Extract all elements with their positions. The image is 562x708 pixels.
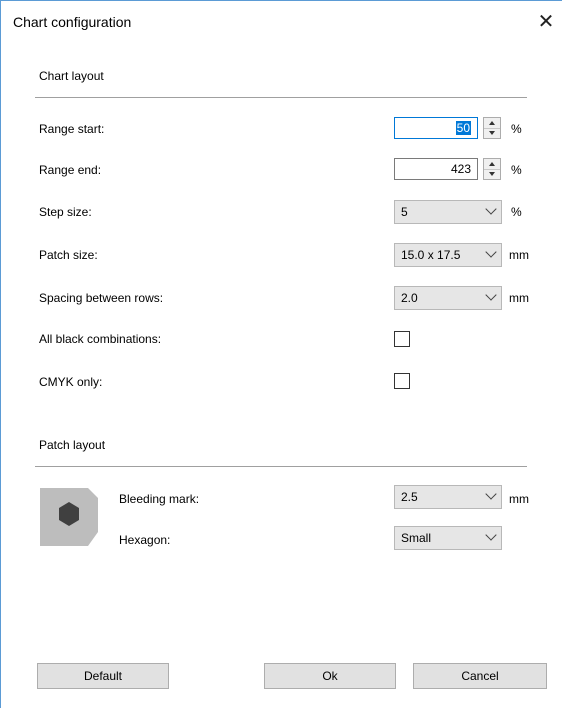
patch-layout-heading: Patch layout — [39, 438, 106, 452]
chevron-down-icon — [485, 488, 497, 500]
spin-down-icon[interactable] — [484, 128, 500, 138]
hexagon-value: Small — [401, 531, 432, 545]
patch-preview-icon — [40, 488, 98, 546]
row-spacing-label: Spacing between rows: — [39, 291, 164, 305]
hexagon-select[interactable]: Small — [394, 526, 502, 550]
step-size-label: Step size: — [39, 205, 92, 219]
bleeding-mark-unit: mm — [509, 492, 529, 506]
hexagon-label: Hexagon: — [119, 533, 171, 547]
range-start-input[interactable]: 50 — [394, 117, 478, 139]
step-size-select[interactable]: 5 — [394, 200, 502, 224]
range-start-value: 50 — [455, 121, 471, 135]
range-end-input[interactable]: 423 — [394, 158, 478, 180]
dialog-title: Chart configuration — [13, 14, 132, 30]
row-spacing-value: 2.0 — [401, 291, 418, 305]
cancel-button[interactable]: Cancel — [413, 663, 547, 689]
bleeding-mark-value: 2.5 — [401, 490, 418, 504]
chevron-down-icon — [485, 529, 497, 541]
range-end-unit: % — [511, 163, 522, 177]
patch-size-select[interactable]: 15.0 x 17.5 — [394, 243, 502, 267]
chevron-down-icon — [485, 203, 497, 215]
patch-size-label: Patch size: — [39, 248, 98, 262]
row-spacing-unit: mm — [509, 291, 529, 305]
range-start-label: Range start: — [39, 122, 105, 136]
all-black-label: All black combinations: — [39, 332, 162, 346]
all-black-checkbox[interactable] — [394, 331, 410, 347]
spin-down-icon[interactable] — [484, 169, 500, 179]
range-start-spinner[interactable] — [483, 117, 501, 139]
range-end-label: Range end: — [39, 163, 102, 177]
range-end-spinner[interactable] — [483, 158, 501, 180]
chevron-down-icon — [485, 289, 497, 301]
step-size-value: 5 — [401, 205, 408, 219]
step-size-unit: % — [511, 205, 522, 219]
chevron-down-icon — [485, 246, 497, 258]
range-start-unit: % — [511, 122, 522, 136]
default-button[interactable]: Default — [37, 663, 169, 689]
patch-layout-separator — [35, 466, 527, 467]
close-icon[interactable]: ✕ — [533, 9, 559, 35]
chart-configuration-dialog: Chart configuration ✕ Chart layout Range… — [0, 0, 562, 708]
bleeding-mark-label: Bleeding mark: — [119, 492, 200, 506]
bleeding-mark-select[interactable]: 2.5 — [394, 485, 502, 509]
ok-button[interactable]: Ok — [264, 663, 396, 689]
chart-layout-separator — [35, 97, 527, 98]
cmyk-only-checkbox[interactable] — [394, 373, 410, 389]
patch-size-unit: mm — [509, 248, 529, 262]
chart-layout-heading: Chart layout — [39, 69, 104, 83]
patch-size-value: 15.0 x 17.5 — [401, 248, 461, 262]
row-spacing-select[interactable]: 2.0 — [394, 286, 502, 310]
cmyk-only-label: CMYK only: — [39, 375, 103, 389]
